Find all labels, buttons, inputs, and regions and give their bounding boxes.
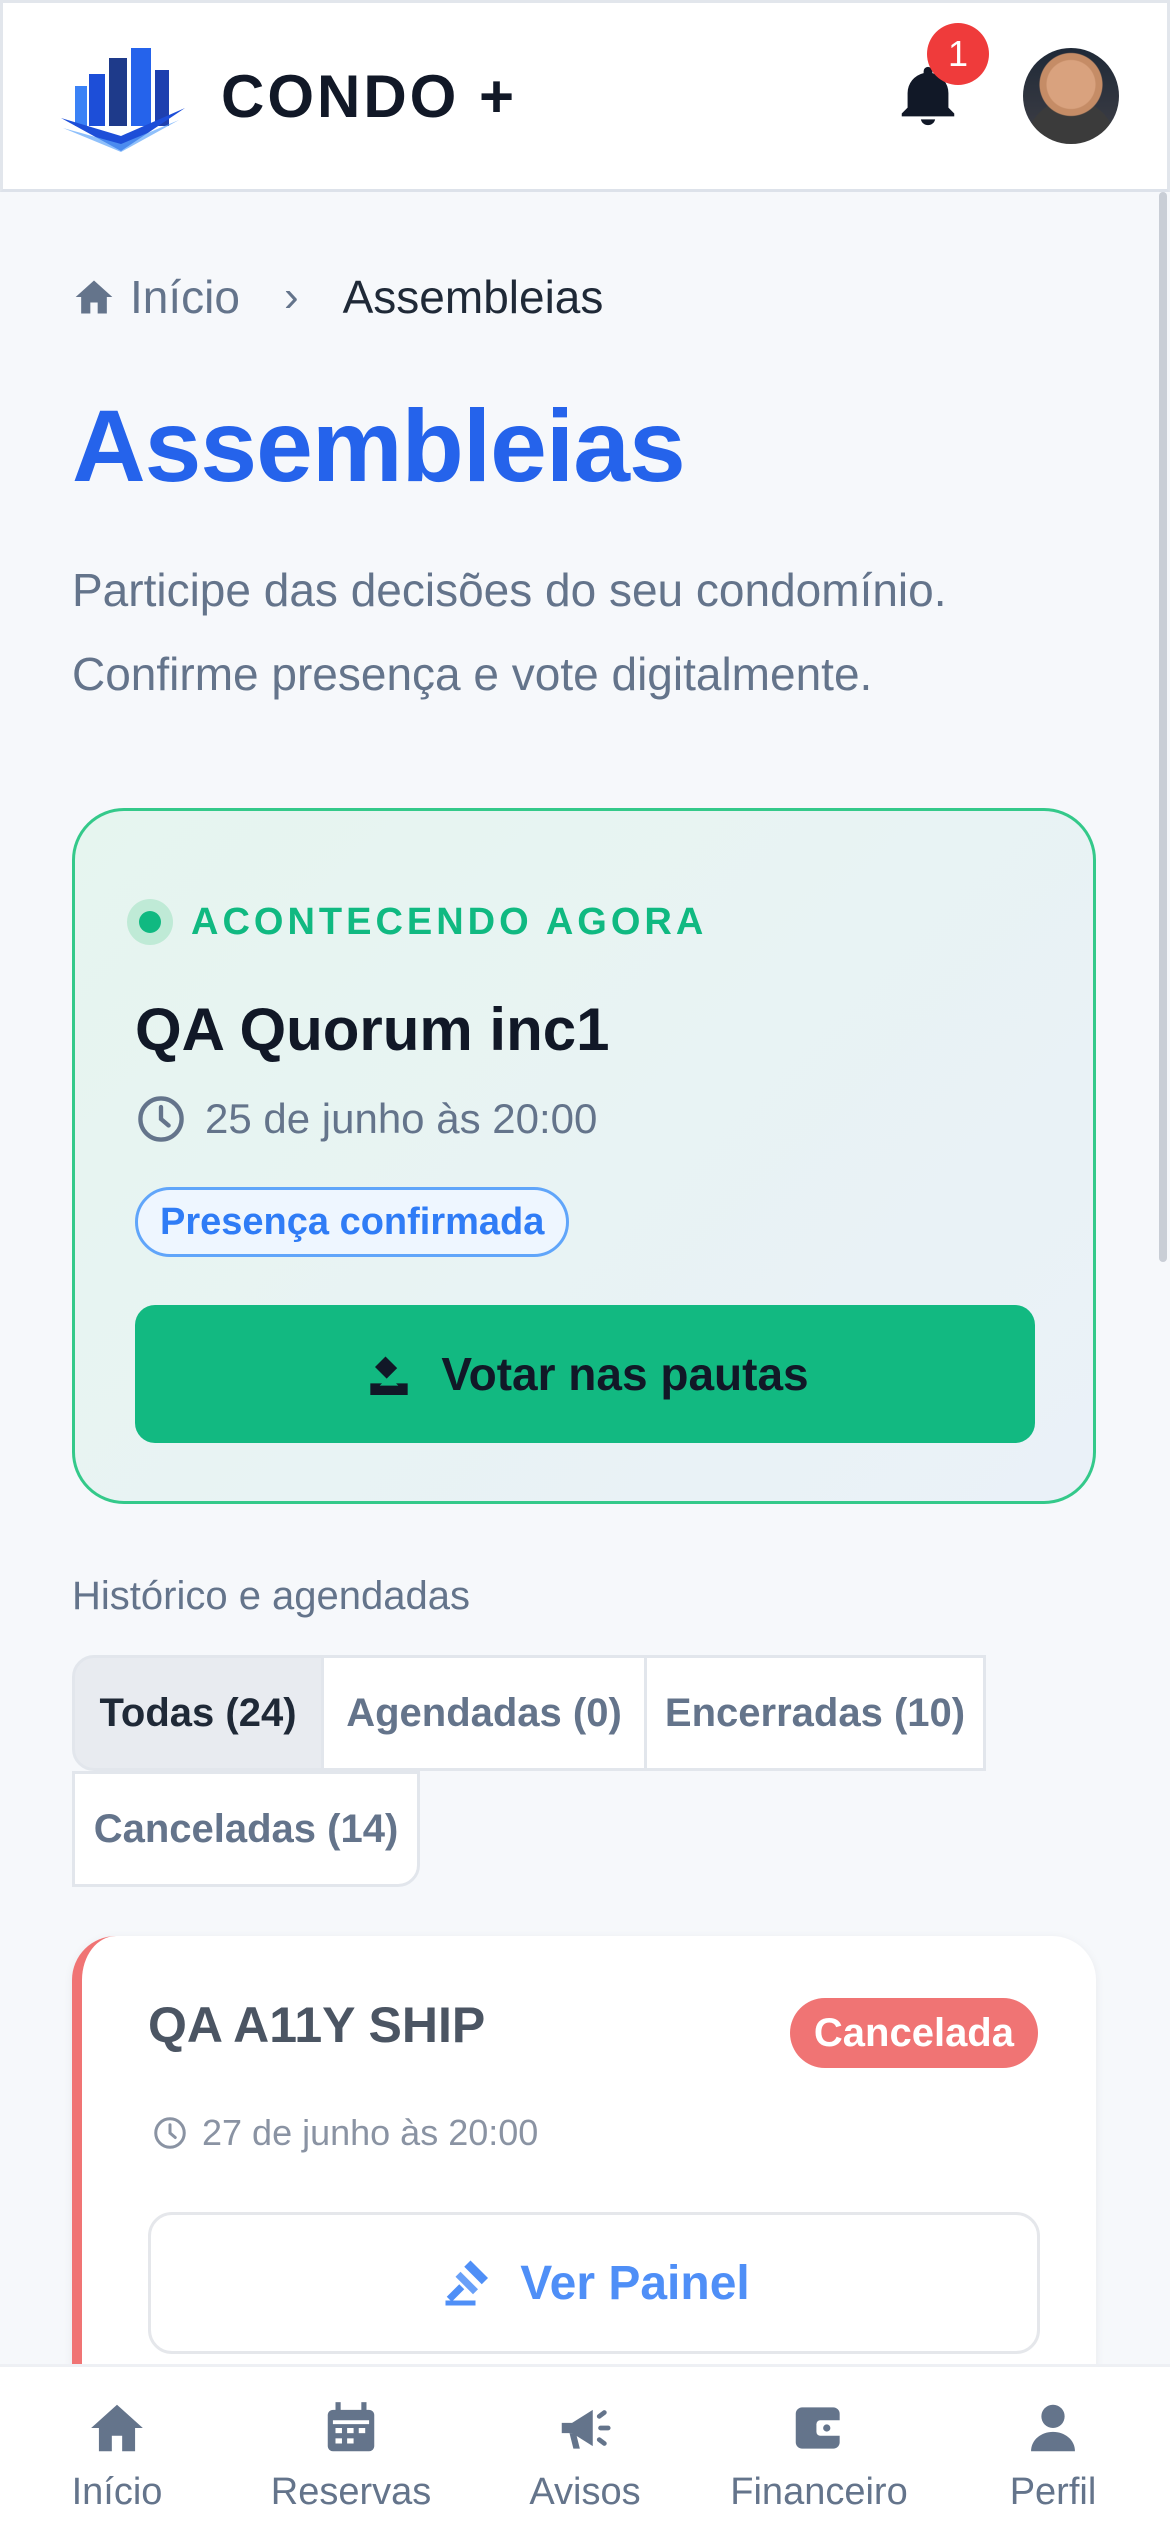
tab-scheduled[interactable]: Agendadas (0) bbox=[321, 1655, 647, 1771]
top-header: CONDO + 1 bbox=[0, 0, 1170, 192]
page-title: Assembleias bbox=[72, 389, 686, 503]
clock-icon bbox=[154, 2117, 186, 2149]
nav-item-label: Financeiro bbox=[730, 2471, 908, 2513]
megaphone-icon bbox=[561, 2409, 611, 2449]
breadcrumb-home-link[interactable]: Início bbox=[130, 270, 240, 324]
live-status: ACONTECENDO AGORA bbox=[127, 899, 707, 945]
live-assembly-card: ACONTECENDO AGORA QA Quorum inc1 25 de j… bbox=[72, 808, 1096, 1504]
bottom-navigation: Início Reservas Avisos Financeiro Perfil bbox=[0, 2364, 1170, 2532]
home-icon bbox=[91, 2404, 143, 2452]
tab-closed[interactable]: Encerradas (10) bbox=[644, 1655, 986, 1771]
chevron-right-icon: › bbox=[283, 272, 299, 321]
home-icon bbox=[75, 280, 113, 314]
notifications-button[interactable]: 1 bbox=[893, 23, 989, 131]
nav-item-finance[interactable]: Financeiro bbox=[702, 2367, 936, 2532]
brand-name: CONDO + bbox=[221, 62, 518, 130]
assembly-datetime: 27 de junho às 20:00 bbox=[152, 2112, 538, 2154]
user-icon bbox=[1031, 2404, 1075, 2452]
nav-item-notices[interactable]: Avisos bbox=[468, 2367, 702, 2532]
gavel-icon bbox=[445, 2260, 489, 2306]
assembly-title: QA A11Y SHIP bbox=[148, 1997, 486, 2053]
breadcrumb-current: Assembleias bbox=[342, 271, 604, 323]
presence-confirmed-badge: Presença confirmada bbox=[135, 1187, 570, 1257]
condo-logo[interactable] bbox=[51, 36, 191, 156]
user-avatar[interactable] bbox=[1023, 48, 1119, 144]
assembly-datetime-text: 27 de junho às 20:00 bbox=[202, 2112, 539, 2153]
wallet-icon bbox=[795, 2407, 845, 2449]
breadcrumb: Início › Assembleias bbox=[72, 270, 603, 324]
live-status-label: ACONTECENDO AGORA bbox=[191, 900, 708, 943]
nav-item-label: Reservas bbox=[270, 2471, 432, 2513]
nav-item-label: Início bbox=[71, 2471, 163, 2513]
view-panel-label: Ver Painel bbox=[520, 2256, 750, 2310]
live-assembly-title: QA Quorum inc1 bbox=[135, 996, 610, 1063]
vote-button[interactable]: Votar nas pautas bbox=[135, 1305, 1035, 1443]
status-badge: Cancelada bbox=[789, 1998, 1038, 2068]
page-scrollbar[interactable] bbox=[1159, 192, 1167, 1262]
live-dot-icon bbox=[127, 899, 173, 945]
app-screen: CONDO + 1 Início › Assembleias Assemblei… bbox=[0, 0, 1170, 2532]
nav-item-label: Perfil bbox=[1009, 2471, 1097, 2513]
ballot-icon bbox=[370, 1356, 409, 1395]
live-datetime-text: 25 de junho às 20:00 bbox=[205, 1095, 598, 1142]
calendar-icon bbox=[327, 2402, 375, 2452]
view-panel-button[interactable]: Ver Painel bbox=[148, 2212, 1040, 2354]
tab-all[interactable]: Todas (24) bbox=[72, 1655, 324, 1771]
notification-count-badge: 1 bbox=[927, 23, 989, 85]
nav-item-reservations[interactable]: Reservas bbox=[234, 2367, 468, 2532]
page-subtitle: Participe das decisões do seu condomínio… bbox=[72, 564, 947, 700]
vote-button-label: Votar nas pautas bbox=[441, 1348, 809, 1400]
live-assembly-datetime: 25 de junho às 20:00 bbox=[135, 1093, 597, 1145]
clock-icon bbox=[138, 1096, 184, 1142]
nav-item-label: Avisos bbox=[529, 2471, 641, 2513]
nav-item-profile[interactable]: Perfil bbox=[936, 2367, 1170, 2532]
nav-item-home[interactable]: Início bbox=[0, 2367, 234, 2532]
history-section-label: Histórico e agendadas bbox=[72, 1574, 471, 1618]
tab-cancelled[interactable]: Canceladas (14) bbox=[72, 1771, 420, 1887]
